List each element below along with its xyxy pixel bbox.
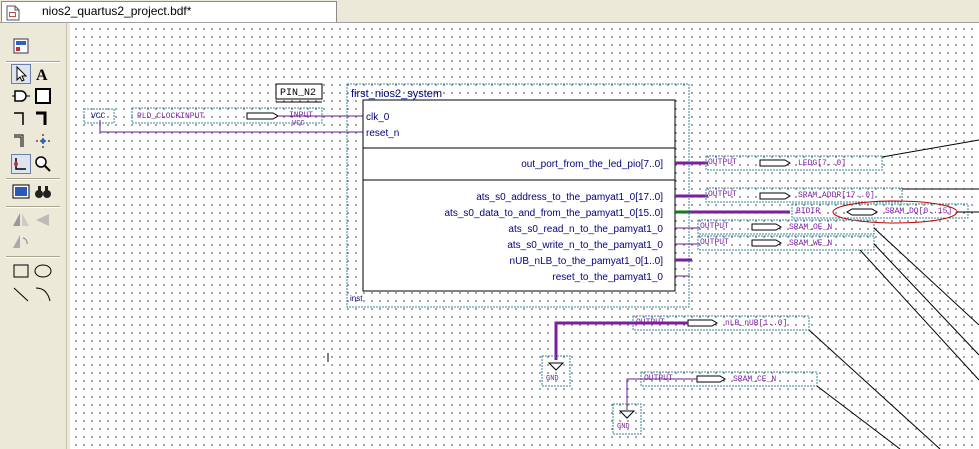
- full-screen-icon[interactable]: [11, 182, 31, 202]
- port-led: out_port_from_the_led_pio[7..0]: [521, 159, 663, 170]
- flip-vertical-icon[interactable]: [33, 210, 53, 230]
- toolbar-separator: [6, 206, 60, 208]
- block-diagram: VCC PLD_CLOCKINPUT INPUT VCC PIN_N2 firs…: [83, 83, 979, 449]
- sram-ce-output-pin[interactable]: OUTPUT SRAM_CE_N: [626, 371, 901, 449]
- pin-location-label[interactable]: PIN_N2: [275, 83, 323, 103]
- clock-input-pin[interactable]: PLD_CLOCKINPUT INPUT VCC: [131, 107, 365, 128]
- clock-pin-name: PLD_CLOCKINPUT: [137, 112, 204, 121]
- partial-line-select-icon[interactable]: [33, 131, 53, 151]
- sram-oe-name: SRAM_OE_N: [789, 223, 832, 232]
- line-icon[interactable]: [11, 284, 31, 304]
- port-write-n: ats_s0_write_n_to_the_pamyat1_0: [507, 240, 663, 251]
- input-std-label: VCC: [292, 120, 305, 128]
- arc-icon[interactable]: [33, 284, 53, 304]
- pin-location-text: PIN_N2: [280, 88, 316, 99]
- gnd-symbol[interactable]: GND: [541, 355, 571, 387]
- schematic-canvas[interactable]: VCC PLD_CLOCKINPUT INPUT VCC PIN_N2 firs…: [70, 23, 979, 449]
- gnd-label: GND: [546, 375, 559, 383]
- selection-tool-icon[interactable]: [11, 64, 31, 84]
- svg-text:A: A: [36, 67, 48, 84]
- sram-addr-name: SRAM_ADDR[17..0]: [798, 191, 875, 200]
- orthogonal-node-icon[interactable]: [11, 109, 31, 129]
- float-toolbar-icon[interactable]: [11, 36, 31, 56]
- sram-we-name: SRAM_WE_N: [789, 239, 832, 248]
- reset-port: reset_n: [366, 128, 399, 139]
- gnd-label: GND: [617, 423, 630, 431]
- toolbar-separator: [6, 178, 60, 180]
- find-icon[interactable]: [33, 182, 53, 202]
- port-reset: reset_to_the_pamyat1_0: [552, 272, 663, 283]
- rubberbanding-icon[interactable]: [11, 154, 31, 174]
- instance-name: inst: [350, 294, 363, 303]
- toolbar-separator: [6, 61, 60, 63]
- ledg-output-pin[interactable]: OUTPUT LEDG[7..0]: [705, 139, 979, 171]
- sram-dq-bidir-pin[interactable]: BIDIR SRAM_DQ[0..15]: [791, 200, 979, 224]
- text-tool-icon[interactable]: A: [33, 64, 53, 84]
- port-data: ats_s0_data_to_and_from_the_pamyat1_0[15…: [445, 208, 664, 219]
- sram-oe-type: OUTPUT: [700, 222, 729, 231]
- block-editor-toolbar: A: [0, 23, 67, 449]
- sram-addr-output-pin[interactable]: OUTPUT SRAM_ADDR[17..0]: [705, 187, 979, 203]
- document-tabbar: nios2_quartus2_project.bdf*: [0, 0, 979, 23]
- sram-we-output-pin[interactable]: OUTPUT SRAM_WE_N: [697, 235, 979, 381]
- port-read-n: ats_s0_read_n_to_the_pamyat1_0: [508, 224, 663, 235]
- port-address: ats_s0_address_to_the_pamyat1_0[17..0]: [476, 192, 663, 203]
- sram-addr-type: OUTPUT: [708, 190, 737, 199]
- port-nub-nlb: nUB_nLB_to_the_pamyat1_0[1..0]: [510, 256, 664, 267]
- ledg-name: LEDG[7..0]: [798, 159, 846, 168]
- block-tool-icon[interactable]: [33, 86, 53, 106]
- flip-horizontal-icon[interactable]: [11, 210, 31, 230]
- orthogonal-bus-icon[interactable]: [33, 109, 53, 129]
- sram-dq-name: SRAM_DQ[0..15]: [885, 207, 952, 216]
- system-title: first_nios2_system: [351, 88, 442, 100]
- symbol-tool-icon[interactable]: [11, 86, 31, 106]
- sram-dq-type: BIDIR: [796, 207, 820, 216]
- nios-system-block[interactable]: first_nios2_system clk_0 reset_n out_por…: [346, 83, 690, 308]
- rectangle-icon[interactable]: [11, 261, 31, 281]
- rotate-icon[interactable]: [11, 232, 31, 252]
- oval-icon[interactable]: [33, 261, 53, 281]
- sram-ce-name: SRAM_CE_N: [733, 375, 776, 384]
- conduit-icon[interactable]: [11, 131, 31, 151]
- document-tab[interactable]: nios2_quartus2_project.bdf*: [1, 1, 337, 22]
- ledg-type: OUTPUT: [708, 158, 737, 167]
- sram-we-type: OUTPUT: [700, 238, 729, 247]
- tab-title: nios2_quartus2_project.bdf*: [42, 4, 192, 18]
- toolbar-separator: [6, 256, 60, 258]
- vcc-label: VCC: [91, 112, 106, 121]
- clk-port: clk_0: [366, 112, 390, 123]
- nlb-nub-name: nLB_nUB[1..0]: [725, 319, 787, 328]
- vcc-symbol[interactable]: VCC: [83, 108, 365, 133]
- zoom-icon[interactable]: [33, 154, 53, 174]
